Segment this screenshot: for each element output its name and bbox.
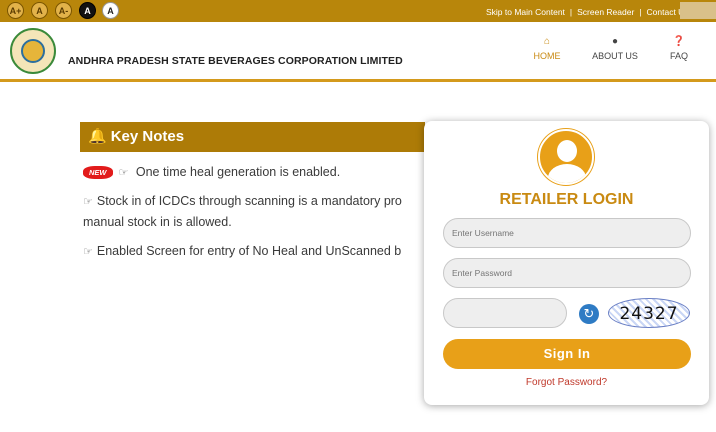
contrast-dark-button[interactable]: A (79, 2, 96, 19)
sign-in-button[interactable]: Sign In (443, 339, 691, 369)
nav-faq[interactable]: ❓ FAQ (667, 36, 691, 61)
username-input[interactable] (443, 218, 691, 248)
nav-home[interactable]: ⌂ HOME (532, 36, 562, 61)
nav-about-us[interactable]: ● ABOUT US (590, 36, 640, 61)
link-separator: | (569, 7, 573, 17)
skip-to-main-link[interactable]: Skip to Main Content (486, 7, 565, 17)
note-item-continuation: manual stock in is allowed. (83, 215, 232, 229)
note-item: ☞ Stock in of ICDCs through scanning is a… (83, 194, 402, 208)
contrast-light-button[interactable]: A (102, 2, 119, 19)
bell-icon: 🔔 (88, 128, 107, 145)
home-icon: ⌂ (543, 36, 551, 47)
ap-emblem-logo (10, 28, 56, 74)
note-text: Stock in of ICDCs through scanning is a … (96, 194, 402, 208)
emblem-center (21, 39, 45, 63)
site-header: ANDHRA PRADESH STATE BEVERAGES CORPORATI… (0, 22, 716, 82)
avatar-body (548, 164, 586, 183)
note-item: ☞ Enabled Screen for entry of No Heal and… (83, 244, 401, 258)
link-separator: | (639, 7, 642, 17)
organization-name: ANDHRA PRADESH STATE BEVERAGES CORPORATI… (68, 55, 403, 67)
font-normal-button[interactable]: A (31, 2, 48, 19)
nav-about-label: ABOUT US (592, 51, 638, 61)
nav-home-label: HOME (533, 51, 561, 61)
refresh-captcha-icon[interactable]: ↻ (579, 304, 599, 324)
retailer-login-card: RETAILER LOGIN ↻ 24327 Sign In Forgot Pa… (424, 121, 709, 405)
topbar-search-box[interactable] (680, 2, 716, 19)
captcha-image: 24327 (608, 298, 690, 328)
new-badge: NEW (83, 166, 113, 179)
captcha-input[interactable] (443, 298, 567, 328)
question-icon: ❓ (672, 36, 686, 47)
avatar-head (557, 140, 577, 162)
login-title: RETAILER LOGIN (499, 191, 634, 208)
password-input[interactable] (443, 258, 691, 288)
screen-reader-link[interactable]: Screen Reader (577, 7, 634, 17)
font-decrease-button[interactable]: A- (55, 2, 72, 19)
hand-pointer-icon: ☞ (83, 246, 93, 258)
top-links: Skip to Main Content | Screen Reader | Conta… (486, 0, 689, 22)
top-bar: A+ A A- A A Skip to Main Content | Screen … (0, 0, 716, 22)
note-item: NEW ☞ One time heal generation is enabled… (83, 165, 340, 179)
user-icon: ● (611, 36, 619, 47)
hand-pointer-icon: ☞ (118, 167, 129, 179)
note-text: Enabled Screen for entry of No Heal and … (96, 244, 402, 258)
key-notes-header: 🔔 Key Notes (80, 122, 425, 152)
font-increase-button[interactable]: A+ (7, 2, 24, 19)
note-text: One time heal generation is enabled. (135, 165, 341, 179)
forgot-password-link[interactable]: Forgot Password? (424, 377, 709, 388)
hand-pointer-icon: ☞ (83, 196, 93, 208)
user-avatar-icon (538, 129, 594, 185)
nav-faq-label: FAQ (669, 51, 688, 61)
key-notes-title: Key Notes (110, 128, 185, 145)
